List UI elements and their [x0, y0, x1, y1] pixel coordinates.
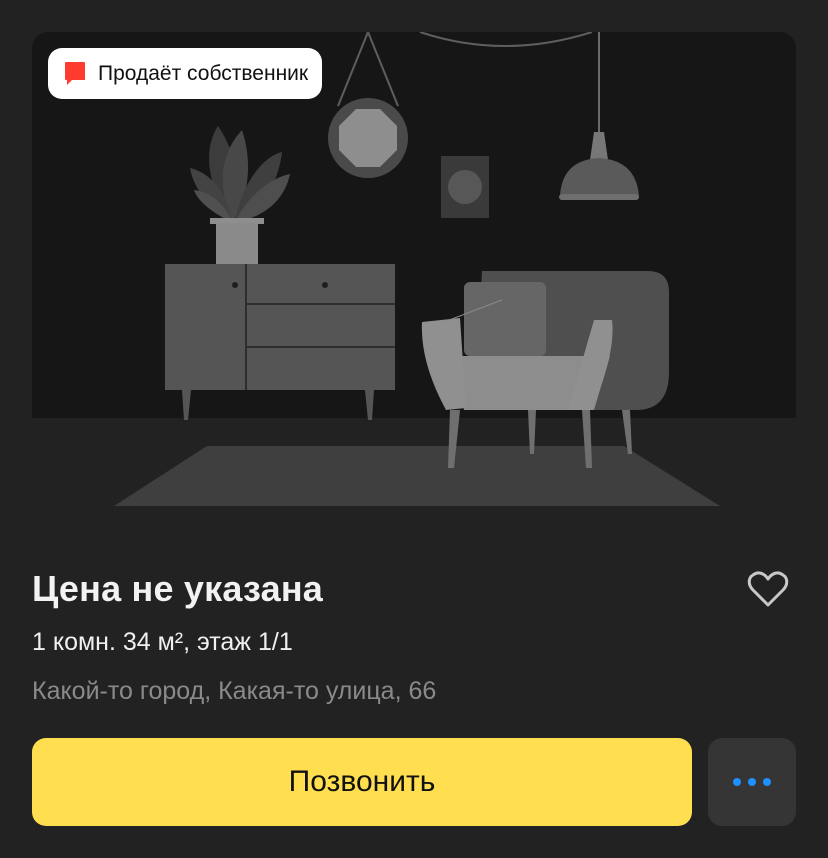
- call-button[interactable]: Позвонить: [32, 738, 692, 826]
- heart-outline-icon: [747, 571, 789, 607]
- owner-badge: Продаёт собственник: [48, 48, 323, 99]
- favorite-button[interactable]: [742, 566, 794, 614]
- price: Цена не указана: [32, 568, 323, 609]
- listing-card[interactable]: Продаёт собственник Цена не указана 1 ко…: [0, 0, 828, 858]
- owner-badge-label: Продаёт собственник: [98, 61, 309, 85]
- address: Какой-то город, Какая-то улица, 66: [32, 677, 437, 705]
- more-button[interactable]: [708, 738, 796, 826]
- apartment-details: 1 комн. 34 м², этаж 1/1: [32, 628, 293, 656]
- owner-flag-icon: [65, 61, 85, 85]
- more-dots-icon: [733, 778, 771, 786]
- room-illustration: [32, 32, 796, 506]
- listing-photo-placeholder[interactable]: [32, 32, 796, 506]
